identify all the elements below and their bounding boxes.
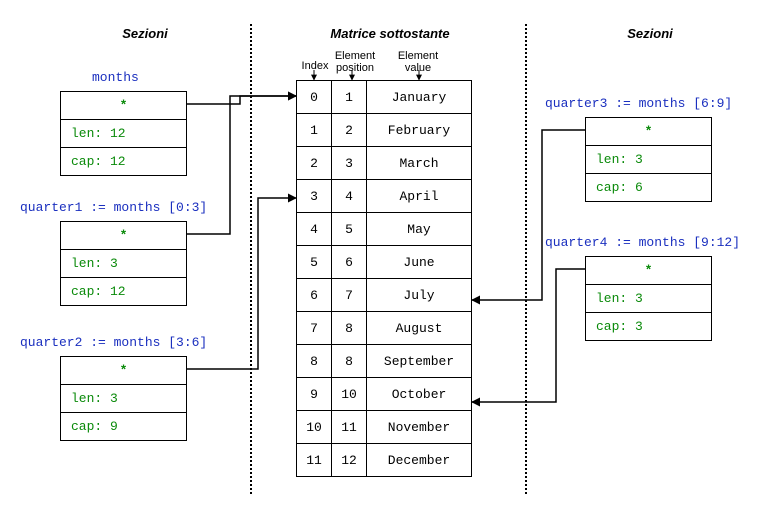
cell-index: 9 <box>297 378 332 411</box>
cell-position: 10 <box>332 378 367 411</box>
col-header-position: Element position <box>332 50 378 74</box>
cell-position: 3 <box>332 147 367 180</box>
cell-position: 2 <box>332 114 367 147</box>
slice-len: len: 3 <box>61 250 186 278</box>
cell-value: December <box>367 444 472 477</box>
header-right: Sezioni <box>600 26 700 41</box>
cell-value: June <box>367 246 472 279</box>
table-row: 12February <box>297 114 472 147</box>
slice-len: len: 3 <box>586 146 711 174</box>
cell-index: 10 <box>297 411 332 444</box>
cell-index: 4 <box>297 213 332 246</box>
slice-title: quarter3 := months [6:9] <box>545 96 755 111</box>
cell-position: 7 <box>332 279 367 312</box>
slice-len: len: 3 <box>586 285 711 313</box>
cell-index: 5 <box>297 246 332 279</box>
table-row: 78August <box>297 312 472 345</box>
slice-cap: cap: 6 <box>586 174 711 201</box>
cell-value: July <box>367 279 472 312</box>
cell-position: 8 <box>332 312 367 345</box>
table-row: 56June <box>297 246 472 279</box>
slice-len: len: 12 <box>61 120 186 148</box>
cell-value: May <box>367 213 472 246</box>
slice-quarter3: quarter3 := months [6:9] * len: 3 cap: 6 <box>545 96 755 202</box>
cell-value: January <box>367 81 472 114</box>
header-center: Matrice sottostante <box>310 26 470 41</box>
cell-index: 8 <box>297 345 332 378</box>
cell-index: 7 <box>297 312 332 345</box>
table-row: 01January <box>297 81 472 114</box>
slice-title: quarter4 := months [9:12] <box>545 235 765 250</box>
slice-ptr: * <box>586 257 711 285</box>
table-row: 1011November <box>297 411 472 444</box>
cell-position: 8 <box>332 345 367 378</box>
cell-index: 3 <box>297 180 332 213</box>
cell-index: 11 <box>297 444 332 477</box>
slice-ptr: * <box>61 92 186 120</box>
slice-title: quarter1 := months [0:3] <box>20 200 230 215</box>
cell-index: 1 <box>297 114 332 147</box>
slice-box: * len: 3 cap: 3 <box>585 256 712 341</box>
cell-position: 4 <box>332 180 367 213</box>
divider-right <box>525 24 527 494</box>
cell-position: 12 <box>332 444 367 477</box>
cell-value: October <box>367 378 472 411</box>
cell-index: 2 <box>297 147 332 180</box>
cell-value: April <box>367 180 472 213</box>
slice-cap: cap: 3 <box>586 313 711 340</box>
slice-months: months * len: 12 cap: 12 <box>40 70 205 176</box>
table-row: 88September <box>297 345 472 378</box>
slice-box: * len: 3 cap: 9 <box>60 356 187 441</box>
cell-index: 0 <box>297 81 332 114</box>
divider-left <box>250 24 252 494</box>
table-row: 23March <box>297 147 472 180</box>
slice-title: months <box>92 70 205 85</box>
slice-box: * len: 12 cap: 12 <box>60 91 187 176</box>
slice-quarter4: quarter4 := months [9:12] * len: 3 cap: … <box>545 235 765 341</box>
slice-quarter1: quarter1 := months [0:3] * len: 3 cap: 1… <box>20 200 230 306</box>
cell-value: February <box>367 114 472 147</box>
slice-cap: cap: 12 <box>61 278 186 305</box>
underlying-array-table: 01January12February23March34April45May56… <box>296 80 472 477</box>
table-row: 67July <box>297 279 472 312</box>
header-left: Sezioni <box>95 26 195 41</box>
slice-ptr: * <box>61 357 186 385</box>
slice-box: * len: 3 cap: 12 <box>60 221 187 306</box>
cell-value: March <box>367 147 472 180</box>
slice-box: * len: 3 cap: 6 <box>585 117 712 202</box>
diagram-root: Sezioni Matrice sottostante Sezioni Inde… <box>0 0 774 516</box>
slice-cap: cap: 9 <box>61 413 186 440</box>
cell-index: 6 <box>297 279 332 312</box>
slice-cap: cap: 12 <box>61 148 186 175</box>
cell-position: 11 <box>332 411 367 444</box>
cell-position: 5 <box>332 213 367 246</box>
cell-position: 6 <box>332 246 367 279</box>
slice-title: quarter2 := months [3:6] <box>20 335 230 350</box>
cell-value: August <box>367 312 472 345</box>
cell-value: September <box>367 345 472 378</box>
slice-ptr: * <box>61 222 186 250</box>
cell-position: 1 <box>332 81 367 114</box>
col-header-index: Index <box>300 60 330 72</box>
slice-ptr: * <box>586 118 711 146</box>
table-row: 1112December <box>297 444 472 477</box>
slice-len: len: 3 <box>61 385 186 413</box>
cell-value: November <box>367 411 472 444</box>
col-header-value: Element value <box>388 50 448 74</box>
table-row: 45May <box>297 213 472 246</box>
table-row: 910October <box>297 378 472 411</box>
slice-quarter2: quarter2 := months [3:6] * len: 3 cap: 9 <box>20 335 230 441</box>
table-row: 34April <box>297 180 472 213</box>
